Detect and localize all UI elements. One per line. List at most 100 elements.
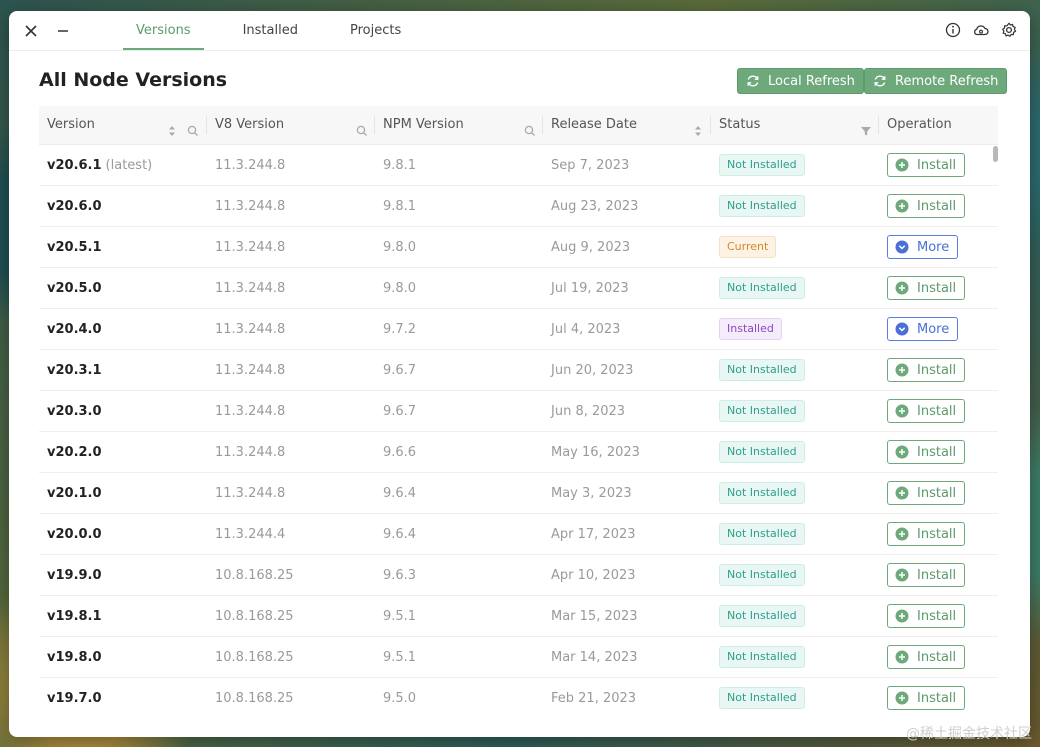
status-badge: Not Installed — [719, 523, 805, 545]
cell-v8: 11.3.244.8 — [215, 485, 286, 501]
version-number: v19.7.0 — [47, 690, 102, 706]
status-badge: Not Installed — [719, 277, 805, 299]
operation-label: Install — [917, 526, 957, 542]
cell-operation: Install — [879, 440, 998, 464]
install-button[interactable]: Install — [887, 645, 966, 669]
operation-label: Install — [917, 485, 957, 501]
cell-v8: 10.8.168.25 — [215, 567, 294, 583]
minimize-icon[interactable] — [51, 19, 75, 43]
cell-v8: 11.3.244.8 — [215, 403, 286, 419]
install-button[interactable]: Install — [887, 440, 966, 464]
search-icon[interactable] — [355, 117, 369, 136]
install-button[interactable]: Install — [887, 358, 966, 382]
local-refresh-label: Local Refresh — [768, 73, 855, 89]
install-button[interactable]: Install — [887, 522, 966, 546]
status-badge: Not Installed — [719, 154, 805, 176]
info-icon[interactable] — [944, 21, 962, 39]
install-button[interactable]: Install — [887, 194, 966, 218]
cell-version: v20.6.0 — [39, 199, 207, 214]
table-row: v20.4.0 11.3.244.8 9.7.2 Jul 4, 2023 Install… — [39, 309, 998, 350]
cell-operation: Install — [879, 563, 998, 587]
cell-release-date: May 3, 2023 — [551, 485, 632, 501]
cell-v8: 11.3.244.8 — [215, 239, 286, 255]
col-npm: NPM Version — [375, 106, 543, 144]
remote-refresh-button[interactable]: Remote Refresh — [864, 68, 1008, 94]
cell-operation: Install — [879, 153, 998, 177]
local-refresh-button[interactable]: Local Refresh — [737, 68, 864, 94]
cell-v8: 11.3.244.8 — [215, 280, 286, 296]
more-button[interactable]: More — [887, 235, 959, 259]
install-button[interactable]: Install — [887, 481, 966, 505]
cell-version: v19.9.0 — [39, 568, 207, 583]
table-row: v20.6.1 (latest) 11.3.244.8 9.8.1 Sep 7, 202… — [39, 145, 998, 186]
cell-release-date: Jun 8, 2023 — [551, 403, 626, 419]
col-status: Status — [711, 106, 879, 144]
refresh-icon — [874, 75, 886, 87]
table-scrollbar[interactable] — [993, 146, 998, 162]
status-badge: Not Installed — [719, 359, 805, 381]
cell-status: Not Installed — [711, 277, 879, 299]
cell-npm: 9.6.4 — [383, 485, 417, 501]
cell-v8: 11.3.244.8 — [215, 444, 286, 460]
operation-label: More — [917, 239, 950, 255]
status-badge: Not Installed — [719, 441, 805, 463]
cell-release-date: Feb 21, 2023 — [551, 690, 637, 706]
install-button[interactable]: Install — [887, 563, 966, 587]
search-icon[interactable] — [523, 117, 537, 136]
chevron-down-circle-icon — [895, 240, 909, 254]
sort-icon[interactable] — [691, 117, 705, 136]
status-badge: Not Installed — [719, 605, 805, 627]
page-title: All Node Versions — [39, 69, 228, 91]
cell-version: v20.5.0 — [39, 281, 207, 296]
more-button[interactable]: More — [887, 317, 959, 341]
cell-release-date: Jun 20, 2023 — [551, 362, 634, 378]
tab-projects[interactable]: Projects — [337, 11, 414, 50]
table-body[interactable]: v20.6.1 (latest) 11.3.244.8 9.8.1 Sep 7, 202… — [39, 145, 998, 711]
cell-npm: 9.8.0 — [383, 239, 417, 255]
version-number: v19.8.1 — [47, 608, 102, 624]
tab-installed[interactable]: Installed — [230, 11, 311, 50]
table-row: v20.0.0 11.3.244.4 9.6.4 Apr 17, 2023 Not In… — [39, 514, 998, 555]
cell-v8: 11.3.244.8 — [215, 198, 286, 214]
install-button[interactable]: Install — [887, 604, 966, 628]
version-number: v19.8.0 — [47, 649, 102, 665]
status-badge: Not Installed — [719, 195, 805, 217]
version-number: v20.1.0 — [47, 485, 102, 501]
table-row: v19.8.0 10.8.168.25 9.5.1 Mar 14, 2023 Not I… — [39, 637, 998, 678]
filter-icon[interactable] — [859, 117, 873, 136]
status-badge: Current — [719, 236, 777, 258]
operation-label: Install — [917, 362, 957, 378]
col-status-label: Status — [719, 117, 761, 132]
col-operation: Operation — [879, 106, 998, 144]
tab-versions[interactable]: Versions — [123, 11, 204, 50]
cloud-sync-icon[interactable] — [972, 21, 990, 39]
install-button[interactable]: Install — [887, 153, 966, 177]
install-button[interactable]: Install — [887, 399, 966, 423]
col-v8: V8 Version — [207, 106, 375, 144]
version-number: v20.5.0 — [47, 280, 102, 296]
table-row: v20.5.0 11.3.244.8 9.8.0 Jul 19, 2023 Not In… — [39, 268, 998, 309]
cell-version: v20.5.1 — [39, 240, 207, 255]
sort-icon[interactable] — [165, 117, 179, 136]
plus-circle-icon — [895, 609, 909, 623]
close-icon[interactable] — [19, 19, 43, 43]
cell-version: v20.4.0 — [39, 322, 207, 337]
cell-npm: 9.5.0 — [383, 690, 417, 706]
cell-status: Not Installed — [711, 154, 879, 176]
install-button[interactable]: Install — [887, 276, 966, 300]
plus-circle-icon — [895, 199, 909, 213]
cell-version: v20.2.0 — [39, 445, 207, 460]
cell-release-date: Jul 19, 2023 — [551, 280, 629, 296]
status-badge: Not Installed — [719, 482, 805, 504]
cell-release-date: Jul 4, 2023 — [551, 321, 621, 337]
table-row: v19.9.0 10.8.168.25 9.6.3 Apr 10, 2023 Not I… — [39, 555, 998, 596]
operation-label: Install — [917, 608, 957, 624]
search-icon[interactable] — [186, 117, 200, 136]
cell-operation: Install — [879, 686, 998, 710]
cell-release-date: Sep 7, 2023 — [551, 157, 630, 173]
cell-operation: More — [879, 317, 998, 341]
cell-release-date: Mar 14, 2023 — [551, 649, 638, 665]
plus-circle-icon — [895, 650, 909, 664]
install-button[interactable]: Install — [887, 686, 966, 710]
gear-icon[interactable] — [1000, 21, 1018, 39]
